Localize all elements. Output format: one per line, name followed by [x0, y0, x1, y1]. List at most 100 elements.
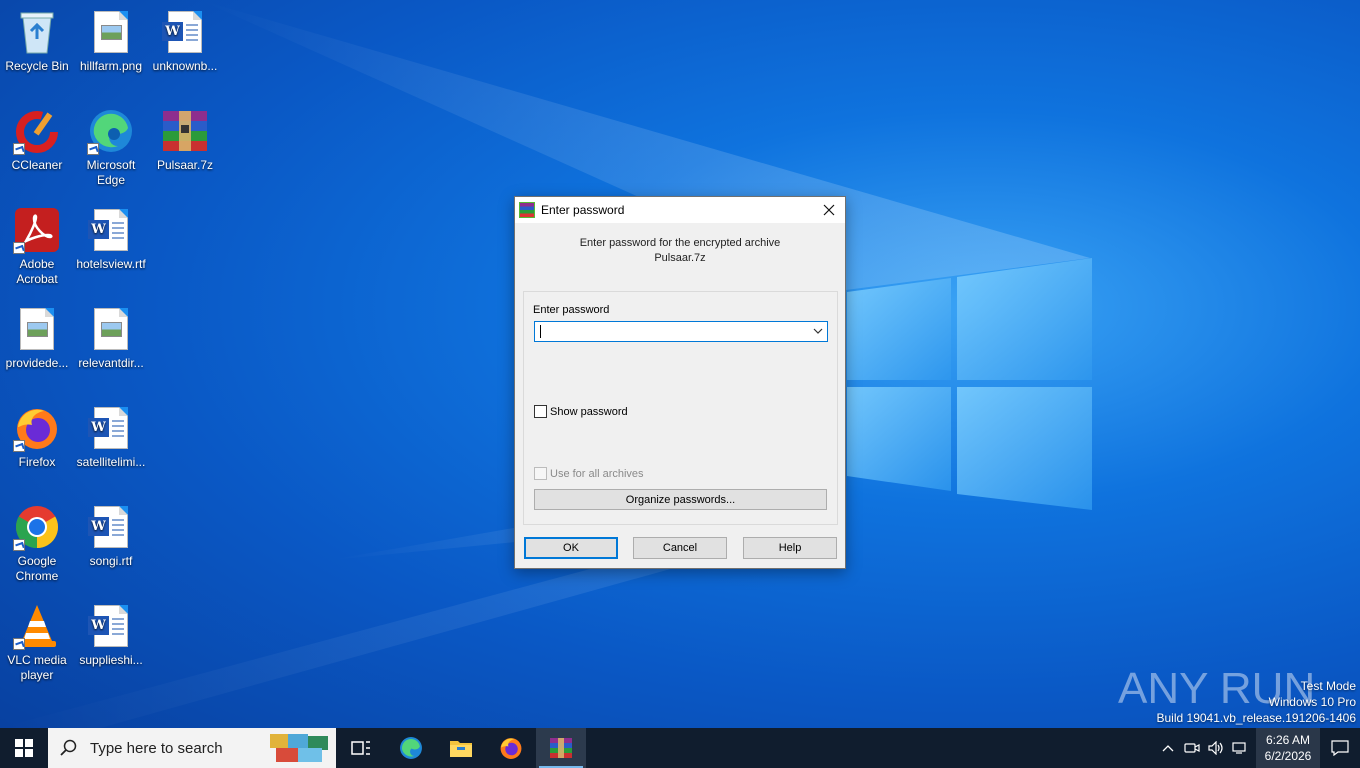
windows-logo-wallpaper — [847, 258, 1092, 510]
windows-edition-text: Windows 10 Pro — [1268, 695, 1356, 709]
speaker-icon — [1208, 741, 1223, 755]
desktop-icon-unknownb[interactable]: W unknownb... — [148, 8, 222, 74]
desktop-icon-chrome[interactable]: Google Chrome — [0, 503, 74, 584]
desktop-icon-label: relevantdir... — [78, 356, 144, 370]
password-group: Enter password Show password Use for all… — [523, 291, 838, 525]
desktop-icon-hillfarm[interactable]: hillfarm.png — [74, 8, 148, 74]
password-field-label: Enter password — [533, 304, 610, 316]
taskbar-search-box[interactable]: Type here to search — [48, 728, 336, 768]
image-file-icon — [13, 305, 61, 353]
desktop-icon-label: Recycle Bin — [5, 59, 69, 73]
desktop-icon-pulsaar[interactable]: Pulsaar.7z — [148, 107, 222, 173]
ok-button[interactable]: OK — [524, 537, 618, 559]
network-icon — [1232, 742, 1246, 754]
search-icon — [60, 739, 77, 756]
image-file-icon — [87, 8, 135, 56]
help-button[interactable]: Help — [743, 537, 837, 559]
word-document-icon: W — [87, 206, 135, 254]
firefox-icon — [13, 404, 61, 452]
system-tray: 6:26 AM 6/2/2026 — [1156, 728, 1360, 768]
firefox-icon — [500, 738, 522, 759]
close-icon — [823, 204, 835, 216]
password-input[interactable] — [534, 321, 828, 342]
cancel-button[interactable]: Cancel — [633, 537, 727, 559]
folder-icon — [450, 741, 472, 757]
word-document-icon: W — [87, 602, 135, 650]
winrar-archive-icon — [161, 107, 209, 155]
task-view-icon — [351, 741, 370, 755]
word-document-icon: W — [161, 8, 209, 56]
show-password-label: Show password — [550, 405, 628, 418]
use-for-all-label: Use for all archives — [550, 467, 644, 480]
meet-now-button[interactable] — [1180, 728, 1204, 768]
desktop-icon-firefox[interactable]: Firefox — [0, 404, 74, 470]
desktop-icon-label: Adobe Acrobat — [16, 257, 58, 286]
taskbar-winrar[interactable] — [536, 728, 586, 768]
build-text: Build 19041.vb_release.191206-1406 — [1156, 711, 1357, 725]
desktop-icon-songi[interactable]: W songi.rtf — [74, 503, 148, 569]
acrobat-icon — [13, 206, 61, 254]
notification-icon — [1331, 740, 1349, 756]
text-caret — [540, 325, 541, 338]
organize-passwords-button[interactable]: Organize passwords... — [534, 489, 827, 510]
archive-name: Pulsaar.7z — [654, 252, 706, 264]
taskbar: Type here to search 6:26 AM 6/2/2026 — [0, 728, 1360, 768]
chevron-down-icon[interactable] — [812, 325, 824, 337]
show-password-checkbox[interactable] — [534, 405, 547, 418]
network-button[interactable] — [1228, 728, 1252, 768]
prompt-line: Enter password for the encrypted archive — [579, 237, 781, 249]
desktop-icon-label: Microsoft Edge — [86, 158, 136, 187]
clock-date: 6/2/2026 — [1264, 749, 1312, 763]
desktop-icon-hotelsview[interactable]: W hotelsview.rtf — [74, 206, 148, 272]
clock-time: 6:26 AM — [1265, 733, 1311, 747]
camera-icon — [1184, 743, 1200, 753]
desktop-icon-acrobat[interactable]: Adobe Acrobat — [0, 206, 74, 287]
show-password-row[interactable]: Show password — [534, 405, 628, 418]
desktop-icon-label: VLC media player — [7, 653, 67, 682]
windows-logo-icon — [15, 739, 33, 757]
start-button[interactable] — [0, 728, 48, 768]
action-center-button[interactable] — [1320, 728, 1360, 768]
word-document-icon: W — [87, 404, 135, 452]
winrar-icon — [550, 738, 572, 758]
desktop-icon-label: providede... — [5, 356, 69, 370]
task-view-button[interactable] — [336, 728, 386, 768]
word-document-icon: W — [87, 503, 135, 551]
puzzle-icon — [270, 734, 328, 762]
chrome-icon — [13, 503, 61, 551]
taskbar-edge[interactable] — [386, 728, 436, 768]
desktop-icon-label: satellitelimi... — [76, 455, 146, 469]
test-mode-text: Test Mode — [1300, 679, 1356, 693]
desktop-icon-label: unknownb... — [152, 59, 218, 73]
volume-button[interactable] — [1204, 728, 1228, 768]
show-hidden-icons-button[interactable] — [1156, 728, 1180, 768]
desktop-icon-recycle-bin[interactable]: Recycle Bin — [0, 8, 74, 74]
desktop-icon-vlc[interactable]: VLC media player — [0, 602, 74, 683]
taskbar-firefox[interactable] — [486, 728, 536, 768]
close-button[interactable] — [813, 197, 845, 223]
chevron-up-icon — [1162, 745, 1174, 752]
desktop-icon-providede[interactable]: providede... — [0, 305, 74, 371]
desktop-icon-edge[interactable]: Microsoft Edge — [74, 107, 148, 188]
desktop-icon-label: hotelsview.rtf — [76, 257, 146, 271]
taskbar-file-explorer[interactable] — [436, 728, 486, 768]
use-for-all-checkbox — [534, 467, 547, 480]
desktop-icon-label: Pulsaar.7z — [156, 158, 214, 172]
recycle-bin-icon — [13, 8, 61, 56]
desktop-icon-label: supplieshi... — [79, 653, 143, 667]
desktop-icon-label: Google Chrome — [15, 554, 59, 583]
desktop-icon-label: hillfarm.png — [79, 59, 143, 73]
taskbar-clock[interactable]: 6:26 AM 6/2/2026 — [1256, 728, 1320, 768]
desktop-icon-relevantdir[interactable]: relevantdir... — [74, 305, 148, 371]
desktop-icon-supplieshi[interactable]: W supplieshi... — [74, 602, 148, 668]
vlc-icon — [13, 602, 61, 650]
desktop-icon-satellitelimi[interactable]: W satellitelimi... — [74, 404, 148, 470]
winrar-icon — [519, 202, 535, 218]
image-file-icon — [87, 305, 135, 353]
dialog-title: Enter password — [541, 203, 625, 217]
enter-password-dialog: Enter password Enter password for the en… — [514, 196, 846, 569]
desktop-icon-ccleaner[interactable]: CCleaner — [0, 107, 74, 173]
dialog-titlebar[interactable]: Enter password — [515, 197, 845, 223]
search-placeholder: Type here to search — [90, 739, 223, 757]
use-for-all-row: Use for all archives — [534, 467, 644, 480]
